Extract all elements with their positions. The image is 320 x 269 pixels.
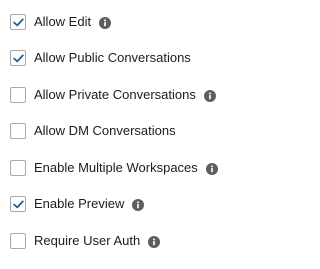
allow-dm-conversations-label: Allow DM Conversations — [34, 123, 176, 138]
option-require-user-auth[interactable]: Require User Auth — [10, 232, 161, 250]
info-icon[interactable] — [148, 236, 161, 248]
allow-public-conversations-checkbox[interactable] — [10, 50, 26, 66]
checkmark-icon — [12, 54, 24, 62]
option-allow-edit[interactable]: Allow Edit — [10, 13, 112, 31]
enable-preview-checkbox[interactable] — [10, 196, 26, 212]
allow-public-conversations-label: Allow Public Conversations — [34, 50, 191, 65]
enable-preview-label: Enable Preview — [34, 196, 125, 211]
require-user-auth-label: Require User Auth — [34, 233, 141, 248]
allow-edit-label: Allow Edit — [34, 14, 92, 29]
allow-dm-conversations-checkbox[interactable] — [10, 123, 26, 139]
option-enable-multiple-workspaces[interactable]: Enable Multiple Workspaces — [10, 159, 218, 177]
checkmark-icon — [12, 18, 24, 26]
info-icon[interactable] — [205, 163, 218, 175]
allow-private-conversations-label: Allow Private Conversations — [34, 87, 196, 102]
settings-options-list: Allow Edit Allow Public Conversations Al… — [0, 0, 320, 269]
option-enable-preview[interactable]: Enable Preview — [10, 195, 145, 213]
checkmark-icon — [12, 200, 24, 208]
enable-multiple-workspaces-checkbox[interactable] — [10, 160, 26, 176]
option-allow-dm-conversations[interactable]: Allow DM Conversations — [10, 122, 176, 140]
info-icon[interactable] — [99, 17, 112, 29]
require-user-auth-checkbox[interactable] — [10, 233, 26, 249]
option-allow-public-conversations[interactable]: Allow Public Conversations — [10, 49, 191, 67]
allow-private-conversations-checkbox[interactable] — [10, 87, 26, 103]
info-icon[interactable] — [203, 90, 216, 102]
allow-edit-checkbox[interactable] — [10, 14, 26, 30]
info-icon[interactable] — [132, 199, 145, 211]
option-allow-private-conversations[interactable]: Allow Private Conversations — [10, 86, 216, 104]
enable-multiple-workspaces-label: Enable Multiple Workspaces — [34, 160, 198, 175]
